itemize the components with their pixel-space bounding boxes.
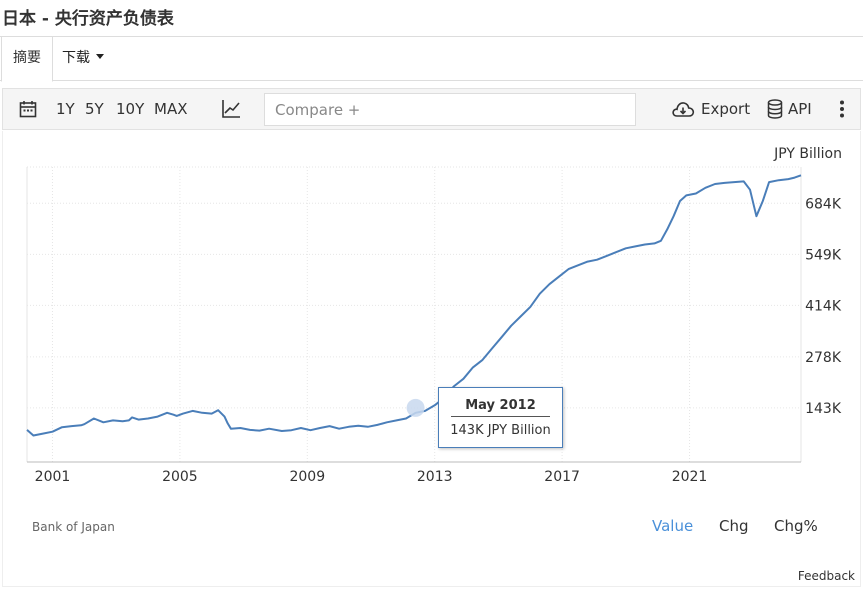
- tooltip-date: May 2012: [451, 398, 550, 417]
- x-tick-label: 2021: [672, 469, 708, 485]
- tooltip-value: 143K JPY Billion: [450, 423, 551, 438]
- y-tick-label: 684K: [805, 196, 842, 212]
- y-tick-label: 143K: [805, 401, 842, 417]
- unit-label: JPY Billion: [773, 146, 842, 162]
- x-tick-label: 2001: [35, 469, 71, 485]
- hover-marker: [406, 398, 425, 417]
- line-chart-icon[interactable]: [221, 99, 241, 119]
- download-label: 下载: [62, 50, 90, 66]
- caret-down-icon: [96, 54, 104, 59]
- api-button[interactable]: API: [788, 89, 812, 129]
- y-tick-label: 414K: [805, 298, 842, 314]
- x-tick-label: 2009: [289, 469, 325, 485]
- range-10y-button[interactable]: 10Y: [116, 89, 144, 129]
- chart-tooltip: May 2012 143K JPY Billion: [438, 387, 563, 448]
- tab-summary[interactable]: 摘要: [1, 36, 53, 82]
- range-max-button[interactable]: MAX: [154, 89, 187, 129]
- y-tick-label: 278K: [805, 350, 842, 366]
- cloud-download-icon[interactable]: [671, 99, 695, 119]
- chg-percent-tab[interactable]: Chg%: [774, 517, 818, 535]
- x-tick-label: 2013: [417, 469, 453, 485]
- chart-toolbar: 1Y 5Y 10Y MAX Export API: [2, 88, 861, 130]
- tab-bar: 摘要 下载: [0, 36, 863, 82]
- value-tab[interactable]: Value: [652, 517, 693, 535]
- range-1y-button[interactable]: 1Y: [56, 89, 75, 129]
- source-label: Bank of Japan: [32, 520, 115, 534]
- x-tick-label: 2005: [162, 469, 198, 485]
- compare-input[interactable]: [264, 93, 636, 126]
- more-vertical-icon[interactable]: [839, 100, 845, 118]
- x-tick-label: 2017: [544, 469, 580, 485]
- range-5y-button[interactable]: 5Y: [85, 89, 104, 129]
- calendar-icon[interactable]: [19, 100, 37, 118]
- feedback-link[interactable]: Feedback: [798, 569, 855, 583]
- database-icon[interactable]: [767, 99, 783, 119]
- export-button[interactable]: Export: [701, 89, 750, 129]
- download-dropdown[interactable]: 下载: [62, 37, 104, 81]
- page-title: 日本 - 央行资产负债表: [2, 9, 174, 29]
- y-tick-label: 549K: [805, 247, 842, 263]
- chg-tab[interactable]: Chg: [719, 517, 749, 535]
